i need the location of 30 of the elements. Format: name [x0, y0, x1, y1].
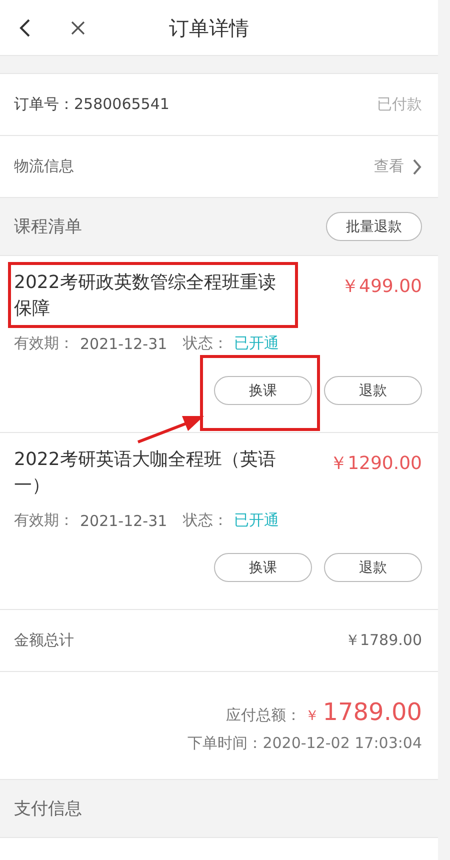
payable-amount: 1789.00 — [322, 698, 422, 726]
swap-course-button[interactable]: 换课 — [214, 376, 312, 405]
total-value: ￥1789.00 — [344, 631, 422, 650]
swap-course-button[interactable]: 换课 — [214, 553, 312, 582]
validity-label: 有效期： — [14, 334, 74, 353]
course-price: ￥499.00 — [341, 275, 422, 298]
order-number: 订单号：2580065541 — [14, 95, 170, 114]
payable-label: 应付总额： — [226, 706, 301, 725]
page-title: 订单详情 — [169, 14, 249, 42]
course-status: 已开通 — [234, 334, 280, 353]
refund-button[interactable]: 退款 — [324, 553, 422, 582]
status-label: 状态： — [183, 334, 228, 353]
course-name: 2022考研政英数管综全程班重读保障 — [14, 271, 277, 321]
batch-refund-button[interactable]: 批量退款 — [326, 212, 422, 241]
validity-date: 2021-12-31 — [80, 334, 168, 352]
order-status: 已付款 — [377, 95, 422, 114]
refund-button[interactable]: 退款 — [324, 376, 422, 405]
section-title: 课程清单 — [14, 216, 82, 238]
logistics-label: 物流信息 — [14, 157, 74, 176]
chevron-right-icon — [412, 158, 422, 176]
order-time: 下单时间：2020-12-02 17:03:04 — [188, 734, 422, 753]
total-label: 金额总计 — [14, 631, 74, 650]
course-name: 2022考研英语大咖全程班（英语一） — [14, 448, 277, 498]
currency-sign: ￥ — [304, 707, 319, 725]
status-label: 状态： — [183, 511, 228, 530]
validity-date: 2021-12-31 — [80, 512, 168, 530]
course-status: 已开通 — [234, 511, 280, 530]
validity-label: 有效期： — [14, 511, 74, 530]
section-title: 支付信息 — [14, 798, 82, 820]
course-price: ￥1290.00 — [330, 452, 422, 475]
